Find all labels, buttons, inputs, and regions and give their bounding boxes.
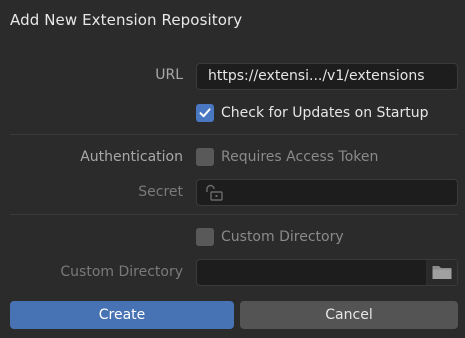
check-updates-row[interactable]: Check for Updates on Startup [196,102,429,124]
create-button[interactable]: Create [10,301,234,329]
folder-icon [432,266,452,279]
custom-directory-checkbox[interactable] [196,228,214,246]
requires-token-row[interactable]: Requires Access Token [196,146,378,168]
separator [10,134,458,135]
custom-directory-row[interactable]: Custom Directory [196,226,344,248]
cancel-button[interactable]: Cancel [240,301,458,329]
add-repository-dialog: Add New Extension Repository URL https:/… [0,0,465,338]
custom-directory-checkbox-label: Custom Directory [221,229,344,245]
custom-directory-field[interactable] [196,259,458,286]
browse-folder-button[interactable] [426,260,457,285]
lock-open-icon [206,184,223,201]
custom-directory-label: Custom Directory [60,264,183,280]
checkmark-icon [199,108,211,118]
check-updates-checkbox[interactable] [196,104,214,122]
url-field[interactable]: https://extensi.../v1/extensions [196,63,458,90]
secret-field[interactable] [196,179,458,206]
secret-label: Secret [138,184,183,200]
dialog-title: Add New Extension Repository [10,11,243,29]
requires-token-label: Requires Access Token [221,149,379,165]
check-updates-label: Check for Updates on Startup [221,105,429,121]
authentication-label: Authentication [80,149,183,165]
requires-token-checkbox[interactable] [196,148,214,166]
url-value: https://extensi.../v1/extensions [208,68,425,84]
separator [10,214,458,215]
url-label: URL [155,67,183,83]
